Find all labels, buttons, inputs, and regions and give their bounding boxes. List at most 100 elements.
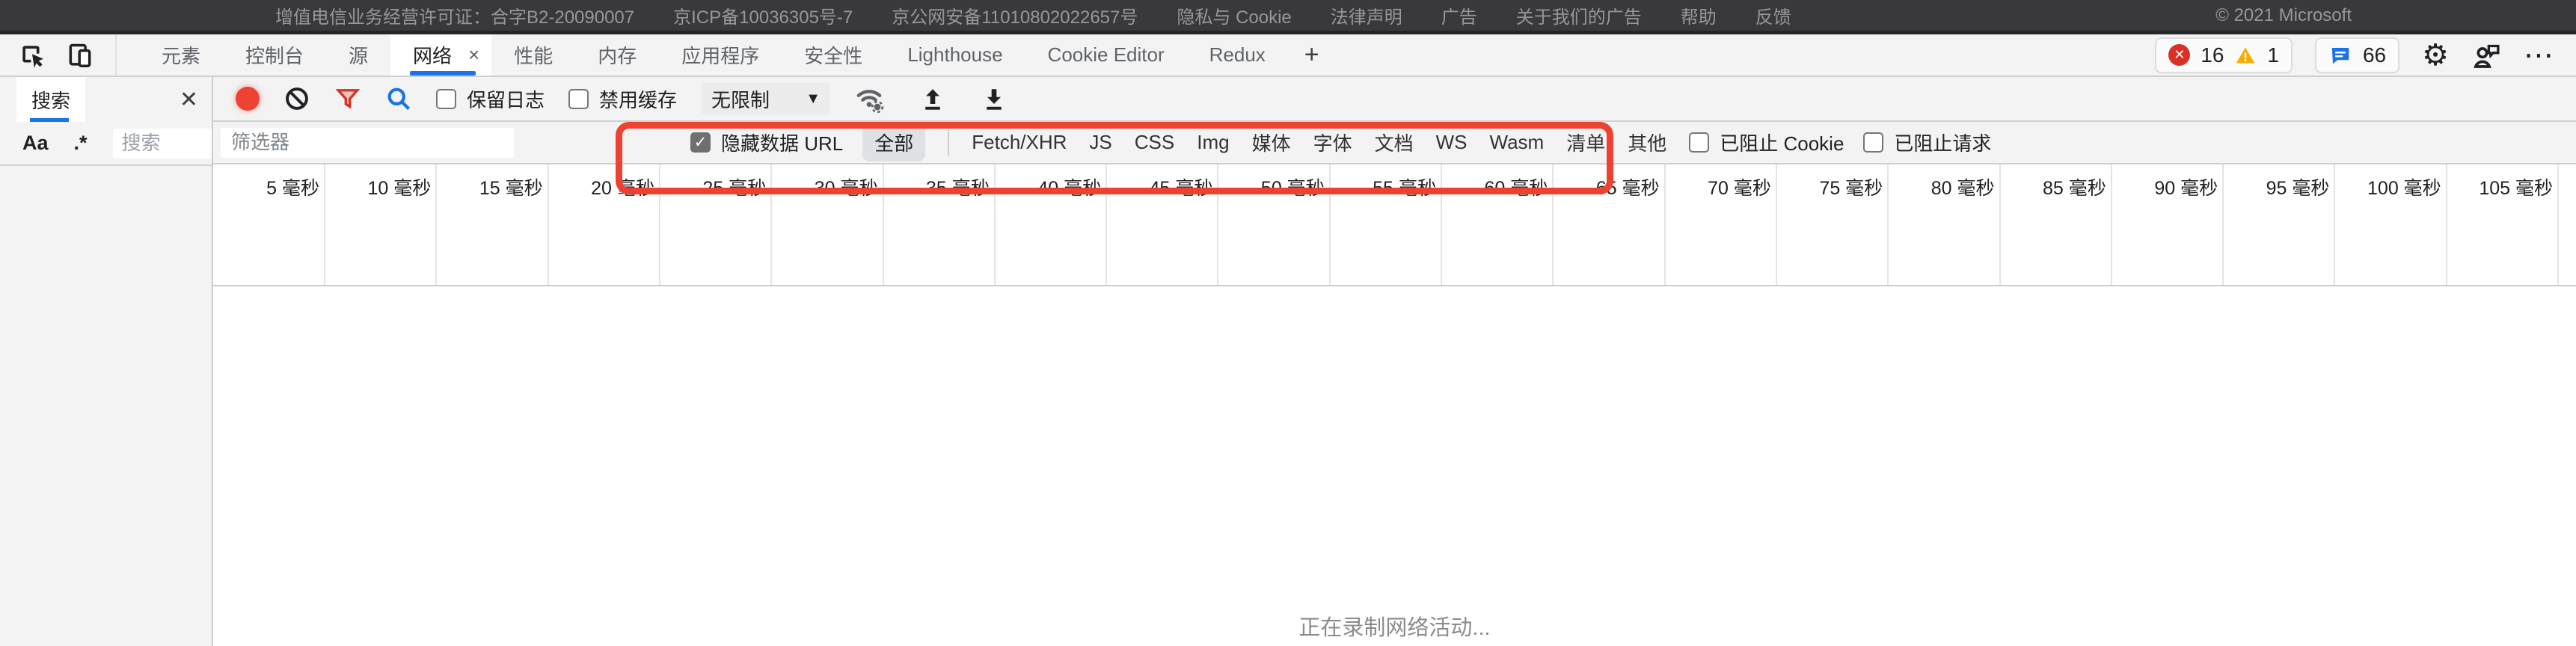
footer-link[interactable]: 法律声明 [1331, 2, 1402, 28]
filter-chip-全部[interactable]: 全部 [862, 123, 925, 162]
hide-data-urls-checkbox[interactable]: ✓ 隐藏数据 URL [690, 129, 843, 156]
footer-link[interactable]: 京ICP备10036305号-7 [673, 2, 853, 28]
devtools-tab-性能[interactable]: 性能 [491, 34, 575, 76]
devtools-tab-cookie-editor[interactable]: Cookie Editor [1025, 34, 1187, 76]
preserve-log-label: 保留日志 [467, 85, 545, 113]
devtools-tab-元素[interactable]: 元素 [139, 34, 223, 76]
devtools-tabs: 元素控制台源网络× 性能 内存应用程序安全性LighthouseCookie Edi… [139, 34, 1336, 76]
devtools-tab-安全性[interactable]: 安全性 [782, 34, 885, 76]
filter-chip-其他[interactable]: 其他 [1628, 129, 1666, 156]
regex-toggle[interactable]: .* [74, 132, 88, 155]
network-conditions-icon[interactable] [853, 84, 885, 114]
filter-chip-清单[interactable]: 清单 [1566, 129, 1605, 156]
footer-link[interactable]: 隐私与 Cookie [1177, 2, 1291, 28]
clear-icon[interactable] [283, 85, 310, 112]
devtools-tab-应用程序[interactable]: 应用程序 [659, 34, 782, 76]
tab-label: 性能 [514, 41, 553, 69]
throttling-select[interactable]: 无限制 ▼ [701, 83, 829, 114]
device-toolbar-icon[interactable] [66, 41, 94, 70]
timeline-tick-label: 90 毫秒 [2113, 173, 2218, 200]
filter-chip-文档[interactable]: 文档 [1375, 129, 1414, 156]
inspect-element-icon[interactable] [18, 41, 46, 70]
tab-label: 元素 [162, 41, 200, 69]
timeline-tick-label: 65 毫秒 [1555, 173, 1660, 200]
preserve-log-box[interactable] [436, 89, 456, 109]
timeline-gridline [2557, 164, 2559, 285]
timeline-gridline [1329, 164, 1331, 285]
filter-chip-fetch-xhr[interactable]: Fetch/XHR [972, 131, 1067, 154]
record-button[interactable] [236, 87, 260, 111]
search-input[interactable] [113, 129, 212, 159]
devtools-tab-控制台[interactable]: 控制台 [223, 34, 326, 76]
tab-label: 内存 [598, 41, 637, 69]
settings-gear-icon[interactable]: ⚙ [2422, 40, 2449, 70]
timeline-gridline [2446, 164, 2447, 285]
blocked-cookies-box[interactable] [1689, 132, 1709, 153]
timeline-gridline [1441, 164, 1442, 285]
footer-link[interactable]: 反馈 [1755, 2, 1791, 28]
blocked-cookies-checkbox[interactable]: 已阻止 Cookie [1689, 129, 1844, 156]
close-search-icon[interactable]: ✕ [180, 87, 198, 113]
hide-data-urls-box[interactable]: ✓ [690, 132, 711, 153]
add-tab-button[interactable]: + [1288, 34, 1336, 76]
timeline-gridline [1887, 164, 1889, 285]
devtools-tab-内存[interactable]: 内存 [575, 34, 659, 76]
devtools-tab-网络[interactable]: 网络× [390, 34, 491, 76]
network-overview-timeline[interactable]: 5 毫秒10 毫秒15 毫秒20 毫秒25 毫秒30 毫秒35 毫秒40 毫秒4… [213, 164, 2576, 286]
issues-badge[interactable]: 66 [2315, 37, 2399, 73]
recording-status-text: 正在录制网络活动... [213, 610, 2576, 642]
footer-link[interactable]: 广告 [1441, 2, 1477, 28]
match-case-toggle[interactable]: Aa [22, 132, 49, 155]
filter-chip-媒体[interactable]: 媒体 [1252, 129, 1291, 156]
close-tab-icon[interactable]: × [468, 43, 479, 67]
timeline-tick-label: 60 毫秒 [1443, 173, 1548, 200]
copyright-text: © 2021 Microsoft [2215, 5, 2352, 26]
tab-search[interactable]: 搜索 [16, 77, 85, 122]
footer-link[interactable]: 帮助 [1681, 2, 1717, 28]
footer-link[interactable]: 增值电信业务经营许可证：合字B2-20090007 [275, 2, 634, 28]
timeline-tick-label: 50 毫秒 [1220, 173, 1325, 200]
devtools-main-area: 搜索 ✕ Aa .* [0, 77, 2576, 646]
footer-link[interactable]: 关于我们的广告 [1516, 2, 1642, 28]
filter-chip-img[interactable]: Img [1197, 131, 1229, 154]
blocked-cookies-label: 已阻止 Cookie [1720, 129, 1844, 156]
timeline-tick-label: 10 毫秒 [326, 173, 431, 200]
blocked-requests-label: 已阻止请求 [1894, 129, 1991, 156]
timeline-tick-label: 95 毫秒 [2224, 173, 2329, 200]
resource-type-chips: 全部 Fetch/XHR JS CSS Img 媒体字体文档 WS Wasm 清单其他 [862, 123, 1666, 162]
search-network-icon[interactable] [385, 85, 412, 112]
filter-chip-css[interactable]: CSS [1135, 131, 1174, 154]
errors-warnings-badge[interactable]: ✕ 16 1 [2155, 37, 2293, 73]
blocked-requests-box[interactable] [1863, 132, 1883, 153]
timeline-tick-label: 25 毫秒 [661, 173, 766, 200]
filter-funnel-icon[interactable] [334, 85, 361, 112]
import-har-icon[interactable] [919, 85, 946, 112]
more-options-icon[interactable]: ⋯ [2524, 38, 2557, 73]
preserve-log-checkbox[interactable]: 保留日志 [436, 85, 545, 113]
footer-link[interactable]: 京公网安备11010802022657号 [892, 2, 1138, 28]
search-toolbar: Aa .* [0, 122, 212, 166]
export-har-icon[interactable] [981, 85, 1008, 112]
disable-cache-box[interactable] [568, 89, 589, 109]
throttling-value: 无限制 [711, 85, 770, 113]
disable-cache-checkbox[interactable]: 禁用缓存 [568, 85, 677, 113]
timeline-gridline [548, 164, 549, 285]
active-tab-underline [30, 118, 69, 122]
filter-chip-字体[interactable]: 字体 [1313, 129, 1352, 156]
blocked-requests-checkbox[interactable]: 已阻止请求 [1863, 129, 1991, 156]
devtools-tab-lighthouse[interactable]: Lighthouse [885, 34, 1025, 76]
devtools-tab-redux[interactable]: Redux [1187, 34, 1288, 76]
timeline-gridline [1776, 164, 1777, 285]
timeline-gridline [659, 164, 660, 285]
filter-chip-ws[interactable]: WS [1436, 131, 1468, 154]
filter-chip-wasm[interactable]: Wasm [1490, 131, 1545, 154]
chevron-down-icon: ▼ [806, 90, 821, 108]
filter-chip-js[interactable]: JS [1089, 131, 1111, 154]
devtools-tab-源[interactable]: 源 [326, 34, 390, 76]
timeline-tick-label: 100 毫秒 [2337, 173, 2441, 200]
devtools-right-controls: ✕ 16 1 66 ⚙ [2155, 34, 2576, 76]
feedback-person-icon[interactable] [2471, 40, 2501, 70]
filter-input[interactable] [221, 128, 514, 158]
disable-cache-label: 禁用缓存 [599, 85, 677, 113]
network-toolbar: 保留日志 禁用缓存 无限制 ▼ [213, 77, 2576, 122]
